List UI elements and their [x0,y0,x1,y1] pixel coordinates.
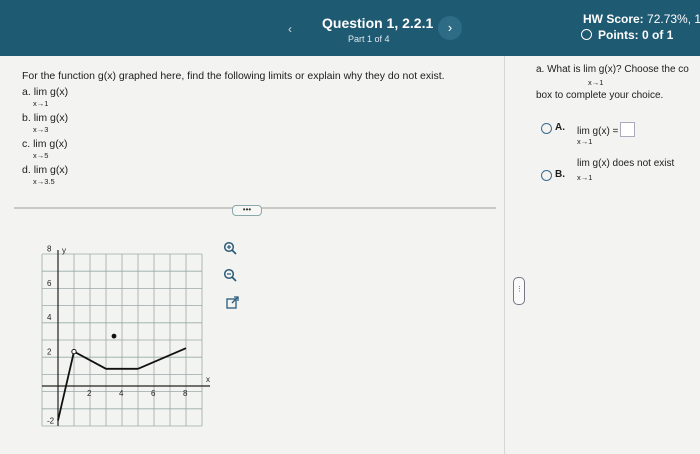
function-graph: yx 8642-2-22468 [41,244,210,427]
option-expr: lim g(x) = [577,126,619,137]
y-axis-label: y [62,246,66,255]
points-status: Points: 0 of 1 [581,28,673,42]
points-label: Points: 0 of 1 [598,28,674,42]
next-question-button[interactable]: › [438,16,462,40]
y-tick-label: 6 [47,279,52,288]
item-sub: x→1 [33,99,49,108]
graph-grid [41,253,203,427]
open-point [71,348,77,355]
question-title: Question 1, 2.2.1 [322,15,434,31]
prompt-sub: x→1 [588,78,604,87]
radio-button[interactable] [541,170,552,181]
problem-intro: For the function g(x) graphed here, find… [22,70,445,82]
option-text: lim g(x) does not exist [577,158,675,169]
item-expr: lim g(x) [33,138,68,150]
radio-button[interactable] [541,123,552,134]
option-sub: x→1 [577,173,593,182]
item-letter: a. [22,86,31,98]
option-letter: A. [555,122,565,133]
item-expr: lim g(x) [33,164,69,176]
x-tick-label: 4 [119,389,124,398]
answer-instructions: box to complete your choice. [536,90,664,101]
limit-item-b: b. lim g(x) x→3 [22,112,69,134]
question-part: Part 1 of 4 [348,34,390,44]
limit-item-d: d. lim g(x) x→3.5 [22,164,69,186]
x-axis-label: x [206,375,210,384]
item-letter: c. [22,138,31,150]
question-header: ‹ Question 1, 2.2.1 Part 1 of 4 › [288,10,462,46]
zoom-out-icon[interactable] [223,268,237,282]
y-tick-label: 2 [47,348,52,357]
y-tick-label: -2 [47,416,55,425]
zoom-in-icon[interactable] [223,241,237,255]
item-expr: lim g(x) [33,112,69,124]
limit-item-a: a. lim g(x) x→1 [22,86,69,108]
option-text: lim g(x) = [577,122,636,137]
previous-question-button[interactable]: ‹ [288,22,292,36]
hw-score: HW Score: 72.73%, 14 [583,12,700,26]
graph-axes: yx [42,246,210,426]
points-circle-icon [581,29,592,40]
y-tick-label: 4 [47,313,52,322]
hw-score-value: 72.73%, 14 [647,12,700,26]
top-bar: ‹ Question 1, 2.2.1 Part 1 of 4 › HW Sco… [0,0,700,56]
limit-item-c: c. lim g(x) x→5 [22,138,68,160]
item-sub: x→5 [33,151,49,160]
option-letter: B. [555,169,565,180]
hw-score-label: HW Score: [583,12,644,26]
option-sub: x→1 [577,137,593,146]
scroll-dots: ⋮ [516,286,523,293]
x-tick-label: 2 [87,389,92,398]
y-tick-label: 8 [47,244,52,253]
answer-input[interactable] [620,122,636,137]
more-button[interactable]: ••• [232,205,262,216]
graph-line-tail [137,347,187,370]
external-link-icon[interactable] [225,296,239,310]
prompt-expr: lim g(x)? Choose the co [583,64,689,75]
answer-prompt: a. What is lim g(x)? Choose the co x→1 [536,64,689,87]
x-tick-label: 6 [151,389,156,398]
isolated-point [111,333,117,339]
item-letter: b. [22,112,31,124]
item-letter: d. [22,164,31,176]
item-expr: lim g(x) [33,86,69,98]
item-sub: x→3.5 [33,177,55,186]
item-sub: x→3 [33,125,49,134]
x-tick-label: 8 [183,389,188,398]
scroll-handle[interactable]: ⋮ [513,277,525,305]
prompt-prefix: a. What is [536,64,581,75]
panel-divider[interactable] [504,56,505,454]
